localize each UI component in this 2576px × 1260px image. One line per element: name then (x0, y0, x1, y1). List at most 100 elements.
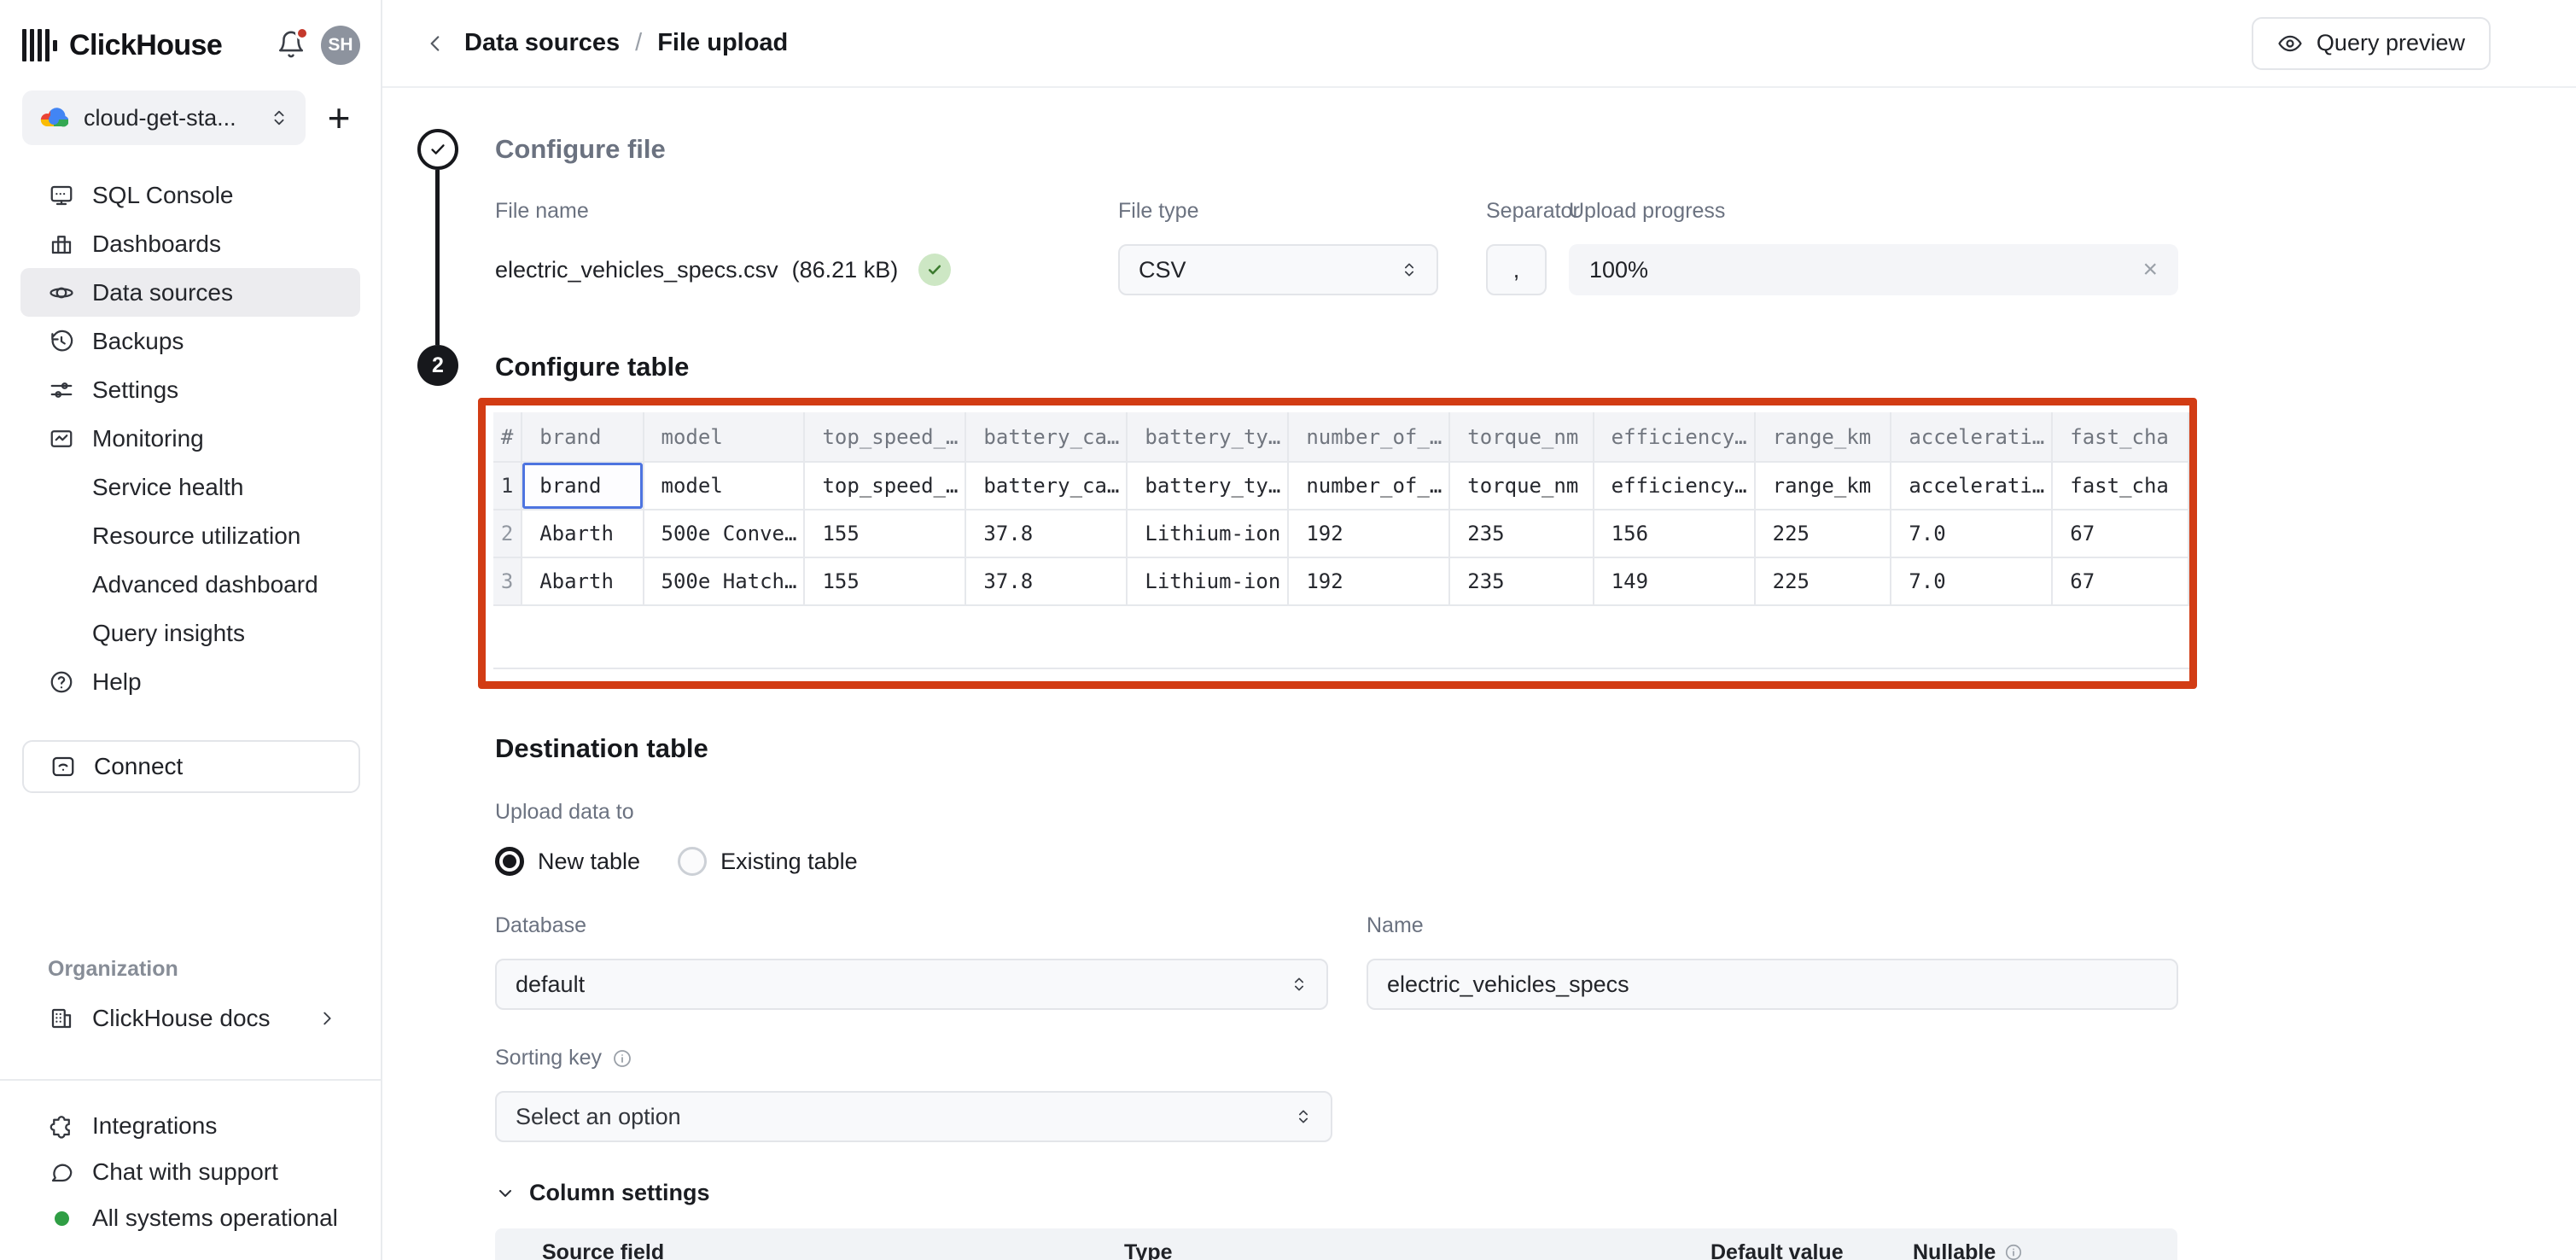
preview-cell[interactable]: 67 (2052, 557, 2188, 605)
breadcrumb-parent[interactable]: Data sources (464, 29, 620, 57)
clickhouse-logo-icon (22, 28, 57, 62)
sidebar-item-dashboards[interactable]: Dashboards (20, 219, 360, 268)
sidebar-item-service-health[interactable]: Service health (20, 463, 360, 511)
connect-button[interactable]: Connect (22, 740, 360, 793)
radio-new-table[interactable]: New table (495, 847, 640, 876)
sidebar-item-sql-console[interactable]: SQL Console (20, 171, 360, 219)
sidebar-item-resource-utilization[interactable]: Resource utilization (20, 511, 360, 560)
chevron-right-icon (318, 1009, 336, 1028)
preview-cell[interactable]: top_speed_… (804, 462, 965, 510)
preview-cell[interactable]: torque_nm (1449, 462, 1593, 510)
sidebar-item-help[interactable]: Help (20, 657, 360, 706)
sidebar-item-label: Help (92, 668, 142, 696)
chevron-down-icon (495, 1183, 516, 1204)
preview-cell[interactable]: 235 (1449, 557, 1593, 605)
preview-cell[interactable]: model (644, 462, 805, 510)
avatar[interactable]: SH (321, 26, 360, 65)
chevron-updown-icon (270, 108, 288, 127)
logo-row: ClickHouse SH (0, 0, 381, 65)
file-size: (86.21 kB) (792, 257, 899, 283)
preview-cell[interactable]: battery_ca… (965, 462, 1127, 510)
separator-label: Separator (1486, 199, 1569, 224)
preview-cell[interactable]: 155 (804, 557, 965, 605)
preview-cell[interactable]: 67 (2052, 510, 2188, 557)
preview-cell[interactable]: 7.0 (1891, 557, 2052, 605)
preview-cell[interactable]: 37.8 (965, 557, 1127, 605)
configure-file-fields: File name electric_vehicles_specs.csv (8… (495, 199, 2178, 295)
preview-cell[interactable]: 500e Conve… (644, 510, 805, 557)
sidebar-item-backups[interactable]: Backups (20, 317, 360, 365)
add-service-button[interactable]: + (318, 98, 360, 137)
settings-sliders-icon (48, 376, 75, 404)
separator-input[interactable]: , (1486, 244, 1547, 295)
preview-column-header: top_speed_… (804, 412, 965, 462)
data-sources-icon (48, 279, 75, 306)
database-label: Database (495, 913, 1328, 938)
integrations-puzzle-icon (48, 1112, 75, 1140)
organization-section-label: Organization (48, 957, 381, 982)
sorting-key-label: Sorting key (495, 1046, 602, 1070)
sidebar-item-query-insights[interactable]: Query insights (20, 609, 360, 657)
preview-cell[interactable]: 225 (1755, 510, 1891, 557)
database-select[interactable]: default (495, 959, 1328, 1010)
preview-row: 3Abarth500e Hatch…15537.8Lithium-ion1922… (493, 557, 2188, 605)
preview-header-row: #brandmodeltop_speed_…battery_ca…battery… (493, 412, 2188, 462)
preview-cell[interactable]: 156 (1594, 510, 1755, 557)
preview-cell[interactable]: 225 (1755, 557, 1891, 605)
configure-file-body: Configure file File name electric_vehicl… (495, 129, 2178, 345)
preview-cell[interactable]: 192 (1288, 510, 1449, 557)
preview-cell[interactable]: efficiency… (1594, 462, 1755, 510)
sidebar-item-monitoring[interactable]: Monitoring (20, 414, 360, 463)
notifications-bell-icon[interactable] (277, 30, 307, 61)
chat-bubble-icon (48, 1158, 75, 1186)
query-preview-button[interactable]: Query preview (2252, 17, 2491, 70)
preview-cell[interactable]: 500e Hatch… (644, 557, 805, 605)
sorting-key-select[interactable]: Select an option (495, 1091, 1332, 1142)
preview-cell[interactable]: 155 (804, 510, 965, 557)
docs-building-icon (48, 1005, 75, 1032)
back-button[interactable] (417, 25, 454, 62)
upload-clear-icon[interactable]: × (2142, 257, 2158, 283)
preview-cell[interactable]: range_km (1755, 462, 1891, 510)
breadcrumb-current: File upload (657, 29, 788, 57)
sidebar-item-advanced-dashboard[interactable]: Advanced dashboard (20, 560, 360, 609)
file-name-group: File name electric_vehicles_specs.csv (8… (495, 199, 1118, 295)
table-name-input[interactable] (1367, 959, 2178, 1010)
preview-cell[interactable]: brand (522, 462, 643, 510)
radio-existing-table[interactable]: Existing table (678, 847, 858, 876)
preview-cell[interactable]: 149 (1594, 557, 1755, 605)
sidebar-item-system-status[interactable]: All systems operational (20, 1195, 360, 1241)
preview-cell[interactable]: Abarth (522, 557, 643, 605)
connect-icon (50, 753, 77, 780)
preview-cell[interactable]: fast_cha (2052, 462, 2188, 510)
preview-cell[interactable]: Abarth (522, 510, 643, 557)
service-selector[interactable]: cloud-get-sta... (22, 90, 306, 145)
preview-cell[interactable]: 235 (1449, 510, 1593, 557)
preview-cell[interactable]: Lithium-ion (1127, 557, 1288, 605)
sidebar-item-chat-support[interactable]: Chat with support (20, 1149, 360, 1195)
file-type-select[interactable]: CSV (1118, 244, 1438, 295)
row-number-cell: 1 (493, 462, 522, 510)
query-preview-label: Query preview (2317, 30, 2465, 56)
upload-progress-bar: 100% × (1569, 244, 2178, 295)
sidebar-item-label: Resource utilization (92, 522, 300, 550)
column-settings-toggle[interactable]: Column settings (495, 1180, 2178, 1206)
preview-cell[interactable]: 192 (1288, 557, 1449, 605)
sidebar-item-clickhouse-docs[interactable]: ClickHouse docs (20, 994, 360, 1042)
sidebar-item-label: Monitoring (92, 425, 204, 452)
preview-cell[interactable]: Lithium-ion (1127, 510, 1288, 557)
row-number-cell: 3 (493, 557, 522, 605)
default-value-header: Default value (1664, 1240, 1882, 1260)
chevron-left-icon (424, 32, 446, 55)
table-name-group: Name (1367, 913, 2178, 1010)
sidebar-item-settings[interactable]: Settings (20, 365, 360, 414)
sidebar-item-integrations[interactable]: Integrations (20, 1103, 360, 1149)
file-name-value: electric_vehicles_specs.csv (495, 257, 778, 283)
preview-cell[interactable]: 37.8 (965, 510, 1127, 557)
preview-cell[interactable]: number_of_… (1288, 462, 1449, 510)
docs-label: ClickHouse docs (92, 1005, 271, 1032)
preview-cell[interactable]: accelerati… (1891, 462, 2052, 510)
sidebar-item-data-sources[interactable]: Data sources (20, 268, 360, 317)
preview-cell[interactable]: battery_ty… (1127, 462, 1288, 510)
preview-cell[interactable]: 7.0 (1891, 510, 2052, 557)
